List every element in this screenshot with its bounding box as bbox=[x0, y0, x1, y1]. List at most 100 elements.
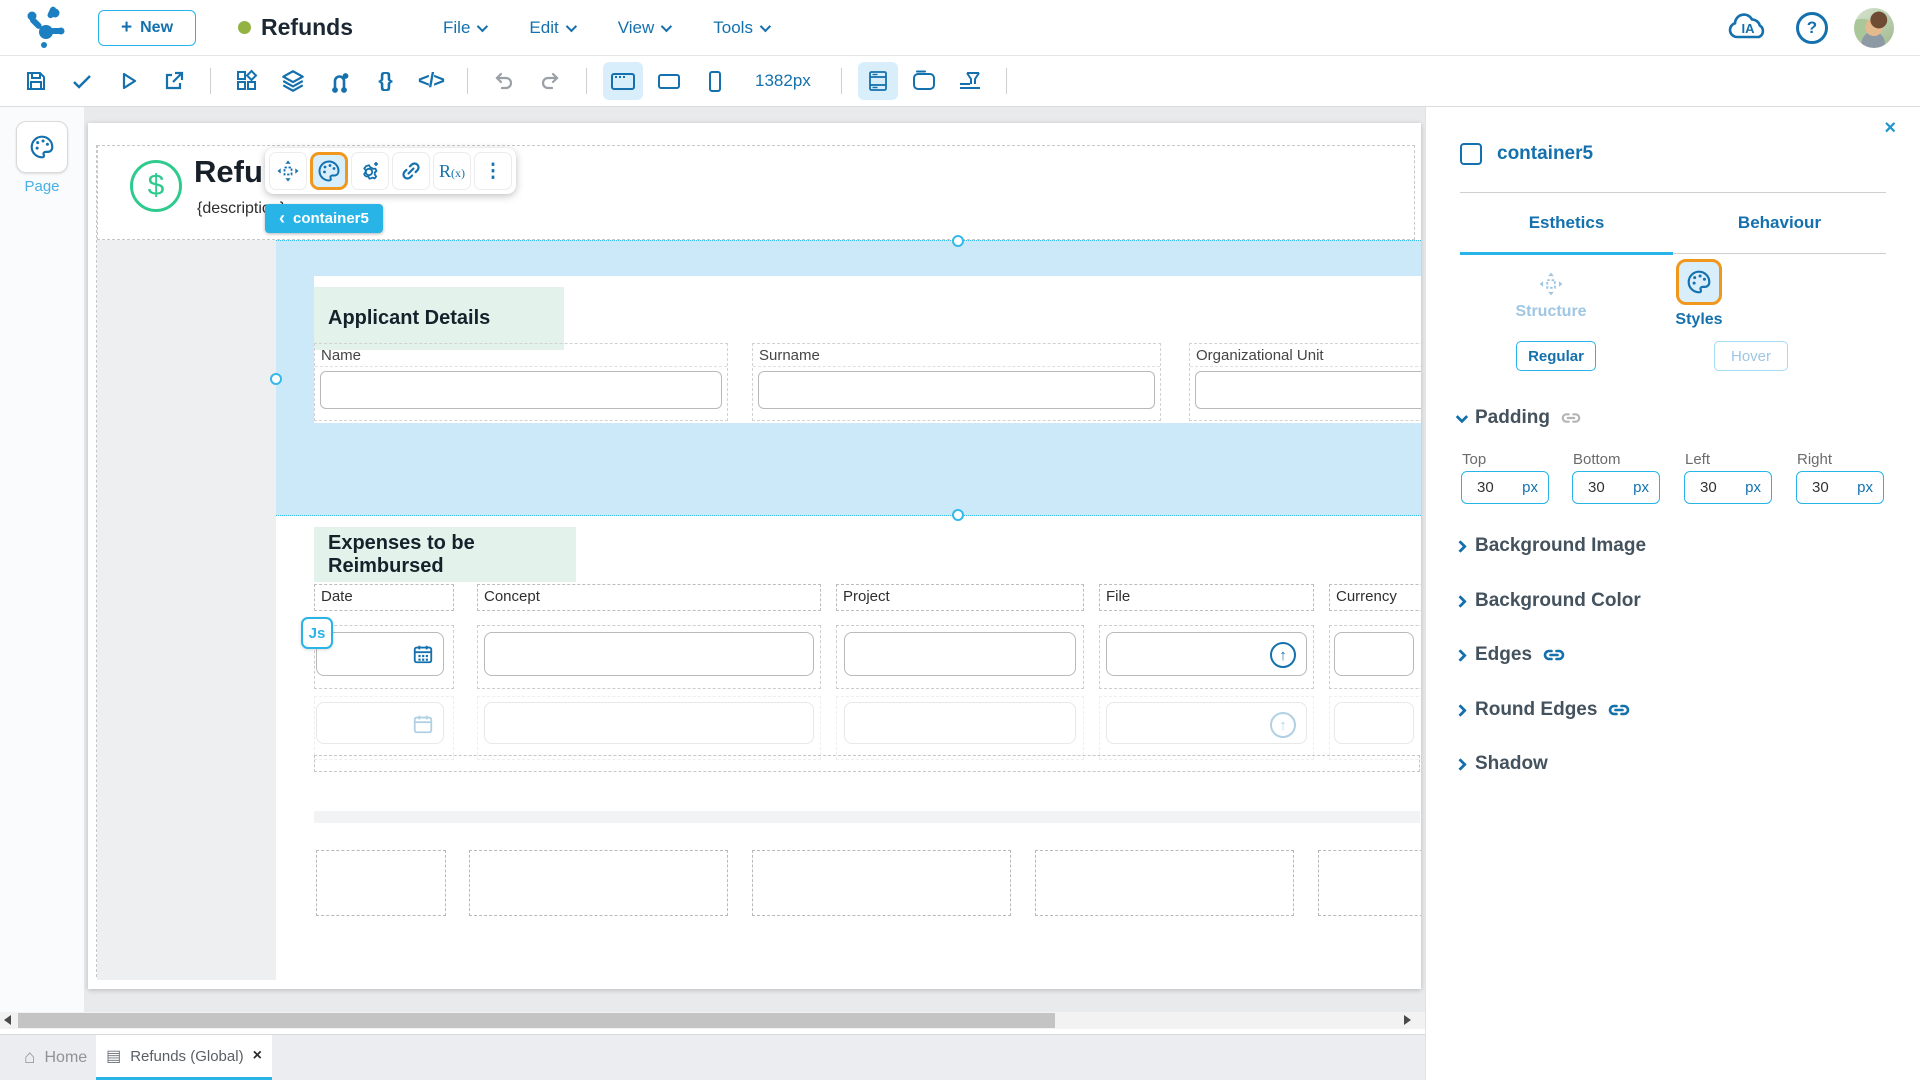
header-footer-icon[interactable] bbox=[858, 62, 898, 100]
tab-home[interactable]: ⌂ Home bbox=[12, 1035, 99, 1080]
more-options-icon[interactable]: ⋮ bbox=[474, 152, 512, 190]
resize-handle-top[interactable] bbox=[952, 235, 964, 247]
resize-handle-bottom[interactable] bbox=[952, 509, 964, 521]
upload-icon[interactable]: ↑ bbox=[1270, 642, 1296, 668]
section-background-image[interactable]: Background Image bbox=[1456, 535, 1646, 557]
components-icon[interactable] bbox=[227, 62, 267, 100]
column-header-currency[interactable]: Currency bbox=[1329, 584, 1421, 611]
undo-icon[interactable] bbox=[484, 62, 524, 100]
move-widget-icon[interactable] bbox=[269, 152, 307, 190]
tab-behaviour[interactable]: Behaviour bbox=[1673, 193, 1886, 253]
section-shadow[interactable]: Shadow bbox=[1456, 753, 1548, 775]
placeholder-cell[interactable] bbox=[1318, 850, 1421, 916]
scrollbar-thumb[interactable] bbox=[18, 1013, 1055, 1028]
layers-icon[interactable] bbox=[273, 62, 313, 100]
close-tab-icon[interactable]: × bbox=[253, 1047, 262, 1065]
field-name[interactable]: Name bbox=[314, 343, 728, 421]
close-panel-icon[interactable]: × bbox=[1884, 117, 1896, 140]
braces-icon[interactable]: {} bbox=[365, 62, 405, 100]
menu-edit[interactable]: Edit bbox=[529, 18, 573, 38]
separator-bar bbox=[314, 811, 1420, 823]
column-header-date[interactable]: Date bbox=[314, 584, 454, 611]
project-input-ghost bbox=[844, 702, 1076, 744]
page-canvas[interactable]: $ Refunds Request {description} bbox=[88, 123, 1421, 989]
link-icon[interactable] bbox=[1607, 698, 1631, 722]
canvas-width-value[interactable]: 1382px bbox=[755, 71, 811, 91]
column-header-project[interactable]: Project bbox=[836, 584, 1084, 611]
subtab-styles[interactable]: Styles bbox=[1654, 259, 1744, 329]
link-widget-icon[interactable] bbox=[392, 152, 430, 190]
link-icon[interactable] bbox=[1542, 643, 1566, 667]
placeholder-cell[interactable] bbox=[316, 850, 446, 916]
widget-checkbox[interactable] bbox=[1460, 143, 1482, 165]
menu-view[interactable]: View bbox=[618, 18, 670, 38]
filter-icon[interactable] bbox=[950, 62, 990, 100]
field-org-unit[interactable]: Organizational Unit bbox=[1189, 343, 1421, 421]
state-regular-button[interactable]: Regular bbox=[1516, 341, 1596, 371]
source-code-icon[interactable]: </> bbox=[411, 62, 451, 100]
run-play-icon[interactable] bbox=[108, 62, 148, 100]
app-logo-icon[interactable] bbox=[24, 6, 68, 50]
phone-view-icon[interactable] bbox=[695, 62, 735, 100]
formula-rx-icon[interactable]: R(x) bbox=[433, 152, 471, 190]
user-avatar[interactable] bbox=[1854, 8, 1894, 48]
desktop-view-icon[interactable] bbox=[603, 62, 643, 100]
chevron-right-icon bbox=[1454, 595, 1467, 608]
scroll-right-icon[interactable] bbox=[1404, 1015, 1411, 1025]
export-icon[interactable] bbox=[154, 62, 194, 100]
subtab-structure[interactable]: Structure bbox=[1506, 259, 1596, 329]
file-input[interactable]: ↑ bbox=[1106, 632, 1307, 676]
padding-bottom-input[interactable]: 30px bbox=[1572, 471, 1660, 504]
column-header-concept[interactable]: Concept bbox=[477, 584, 821, 611]
left-rail: Page bbox=[0, 107, 84, 1012]
section-background-color[interactable]: Background Color bbox=[1456, 590, 1641, 612]
surname-input[interactable] bbox=[758, 371, 1155, 409]
validate-check-icon[interactable] bbox=[62, 62, 102, 100]
padding-right-input[interactable]: 30px bbox=[1796, 471, 1884, 504]
placeholder-cell[interactable] bbox=[752, 850, 1011, 916]
state-hover-button[interactable]: Hover bbox=[1714, 341, 1788, 371]
link-icon[interactable] bbox=[1560, 407, 1582, 429]
expenses-section-title[interactable]: Expenses to be Reimbursed bbox=[314, 527, 576, 582]
placeholder-cell[interactable] bbox=[469, 850, 728, 916]
column-header-file[interactable]: File bbox=[1099, 584, 1314, 611]
sidebar-item-page[interactable]: Page bbox=[14, 121, 70, 195]
scroll-left-icon[interactable] bbox=[4, 1015, 11, 1025]
chevron-right-icon bbox=[1454, 704, 1467, 717]
calendar-icon[interactable] bbox=[412, 643, 434, 665]
section-round-edges[interactable]: Round Edges bbox=[1456, 698, 1631, 722]
date-input[interactable] bbox=[316, 632, 444, 676]
tab-esthetics[interactable]: Esthetics bbox=[1460, 193, 1673, 253]
padding-top-input[interactable]: 30px bbox=[1461, 471, 1549, 504]
concept-input[interactable] bbox=[484, 632, 814, 676]
save-icon[interactable] bbox=[16, 62, 56, 100]
field-surname[interactable]: Surname bbox=[752, 343, 1161, 421]
settings-gear-icon[interactable] bbox=[351, 152, 389, 190]
horizontal-scrollbar[interactable] bbox=[0, 1012, 1425, 1029]
currency-input[interactable] bbox=[1334, 632, 1414, 676]
menu-tools[interactable]: Tools bbox=[713, 18, 768, 38]
project-input[interactable] bbox=[844, 632, 1076, 676]
padding-left-input[interactable]: 30px bbox=[1684, 471, 1772, 504]
org-unit-input[interactable] bbox=[1195, 371, 1421, 409]
name-input[interactable] bbox=[320, 371, 722, 409]
help-icon[interactable]: ? bbox=[1796, 12, 1828, 44]
section-padding[interactable]: Padding bbox=[1456, 407, 1582, 429]
tablet-view-icon[interactable] bbox=[649, 62, 689, 100]
menu-file[interactable]: File bbox=[443, 18, 485, 38]
resize-handle-left[interactable] bbox=[270, 373, 282, 385]
dollar-icon: $ bbox=[130, 160, 182, 212]
selected-widget-badge[interactable]: ‹ container5 bbox=[265, 204, 383, 233]
placeholder-cell[interactable] bbox=[1035, 850, 1294, 916]
js-script-badge[interactable]: Js bbox=[301, 617, 333, 649]
plus-icon: + bbox=[121, 17, 132, 39]
modal-icon[interactable] bbox=[904, 62, 944, 100]
styles-palette-icon[interactable] bbox=[310, 152, 348, 190]
applicant-section-title[interactable]: Applicant Details bbox=[314, 287, 564, 350]
redo-icon[interactable] bbox=[530, 62, 570, 100]
new-button[interactable]: + New bbox=[98, 10, 196, 46]
section-edges[interactable]: Edges bbox=[1456, 643, 1566, 667]
tab-refunds-global[interactable]: ▤ Refunds (Global) × bbox=[96, 1035, 272, 1080]
ai-assistant-icon[interactable]: IA bbox=[1726, 10, 1770, 46]
connector-icon[interactable] bbox=[319, 62, 359, 100]
